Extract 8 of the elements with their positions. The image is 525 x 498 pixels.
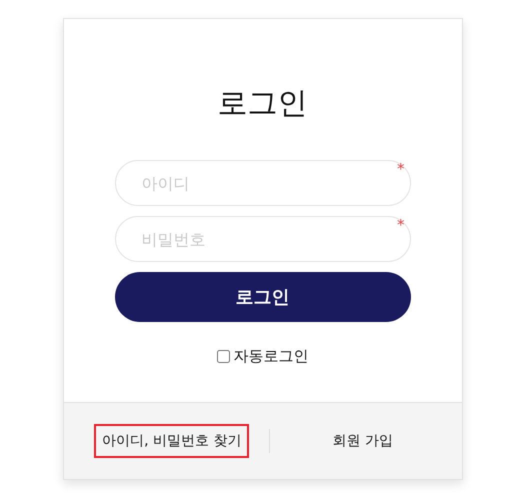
login-button[interactable]: 로그인 [114,272,410,322]
required-mark: * [397,216,404,234]
login-title: 로그인 [218,85,308,123]
required-mark: * [397,160,404,178]
auto-login-label: 자동로그인 [234,347,308,366]
auto-login-checkbox[interactable] [216,350,230,363]
find-account-link[interactable]: 아이디, 비밀번호 찾기 [94,424,250,458]
sign-up-link[interactable]: 회원 가입 [294,424,431,458]
